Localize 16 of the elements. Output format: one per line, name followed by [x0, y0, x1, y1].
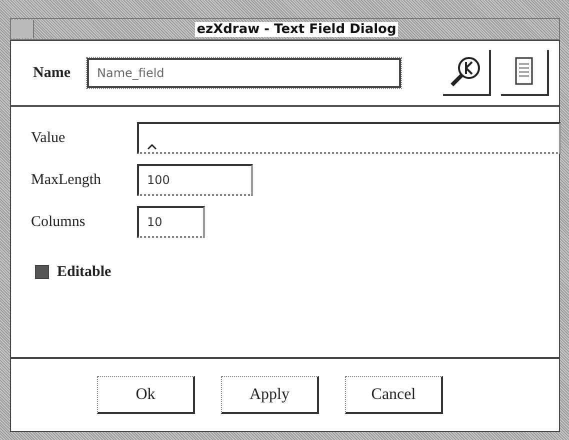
window-title: ezXdraw - Text Field Dialog [194, 22, 398, 36]
text-input[interactable]: 100 [137, 164, 253, 196]
field-label: MaxLength [31, 172, 102, 188]
field-label: Value [31, 130, 66, 146]
editable-checkbox[interactable] [35, 265, 49, 279]
name-label: Name [33, 64, 72, 82]
text-input[interactable] [137, 122, 561, 154]
text-cursor-icon [147, 143, 157, 150]
dialog-button[interactable]: Apply [221, 376, 319, 414]
field-label: Columns [31, 214, 86, 230]
dialog-button[interactable]: Cancel [345, 376, 443, 414]
name-input[interactable]: Name_field [87, 58, 401, 88]
text-input[interactable]: 10 [137, 206, 205, 238]
magnifier-icon [449, 55, 483, 89]
checkbox-label: Editable [57, 264, 112, 280]
dialog-button[interactable]: Ok [97, 376, 195, 414]
